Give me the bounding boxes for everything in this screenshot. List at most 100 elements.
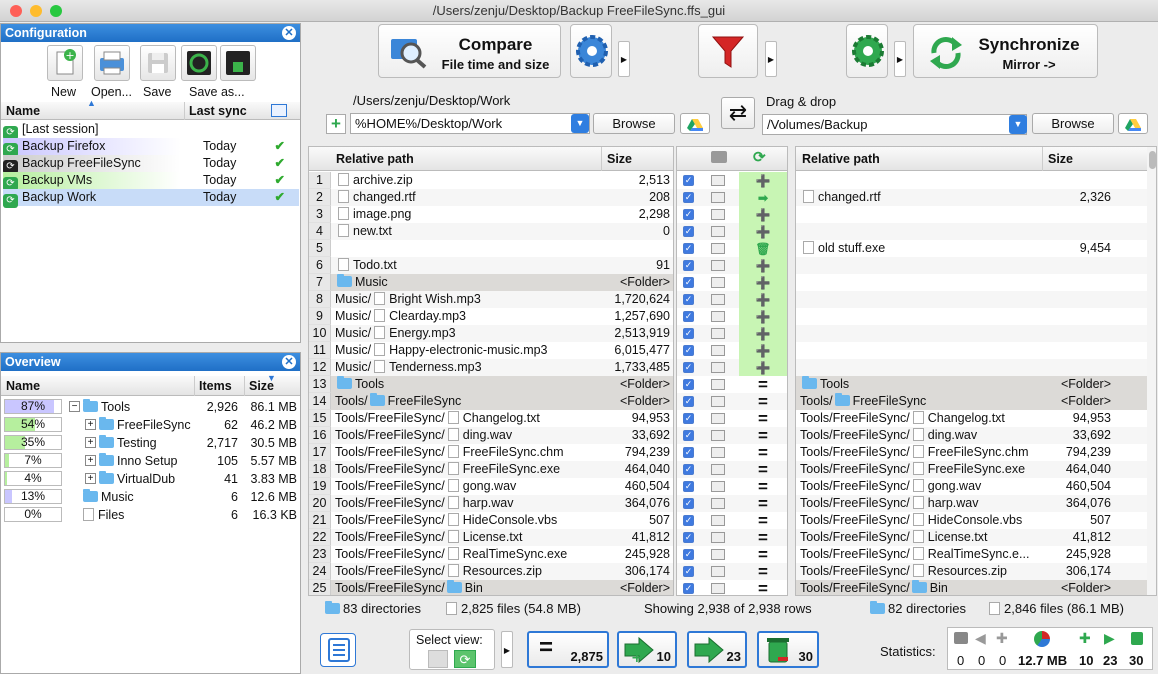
grid-row[interactable]	[796, 206, 1147, 223]
action-row[interactable]: ✓ ➕	[677, 172, 787, 189]
sync-action-cell[interactable]: =	[739, 478, 787, 495]
right-folder-input[interactable]: /Volumes/Backup	[762, 114, 1027, 135]
view-category-button[interactable]	[428, 650, 448, 668]
right-browse-button[interactable]: Browse	[1032, 113, 1114, 134]
close-overview-icon[interactable]: ✕	[282, 355, 296, 369]
grid-row[interactable]: 6 Todo.txt 91	[309, 257, 673, 274]
action-row[interactable]: ✓ ➕	[677, 325, 787, 342]
action-row[interactable]: ✓ ➕	[677, 291, 787, 308]
grid-row[interactable]: 16 Tools/FreeFileSync/ding.wav 33,692	[309, 427, 673, 444]
left-browse-button[interactable]: Browse	[593, 113, 675, 134]
expand-toggle-icon[interactable]: +	[85, 437, 96, 448]
sync-action-cell[interactable]: =	[739, 495, 787, 512]
include-checkbox[interactable]: ✓	[683, 498, 694, 509]
include-checkbox[interactable]: ✓	[683, 226, 694, 237]
left-col-size[interactable]: Size	[601, 147, 632, 171]
swap-sides-button[interactable]: ⇄	[721, 97, 755, 129]
grid-row[interactable]: 19 Tools/FreeFileSync/gong.wav 460,504	[309, 478, 673, 495]
grid-row[interactable]	[796, 223, 1147, 240]
grid-row[interactable]: changed.rtf 2,326	[796, 189, 1147, 206]
include-checkbox[interactable]: ✓	[683, 328, 694, 339]
sync-direction-icon[interactable]: ⟳	[753, 149, 766, 167]
sync-action-cell[interactable]: ➕	[739, 359, 787, 376]
sync-action-cell[interactable]: =	[739, 563, 787, 580]
show-equal-button[interactable]: = 2,875	[527, 631, 609, 668]
sync-action-cell[interactable]: =	[739, 410, 787, 427]
grid-row[interactable]: 4 new.txt 0	[309, 223, 673, 240]
sync-options-arrow[interactable]: ▶	[894, 41, 906, 77]
grid-row[interactable]: Tools/FreeFileSync/Bin <Folder>	[796, 580, 1147, 595]
show-delete-button[interactable]: 30	[757, 631, 819, 668]
sync-settings-button[interactable]	[846, 24, 888, 78]
action-row[interactable]: ✓ ➡	[677, 189, 787, 206]
include-checkbox[interactable]: ✓	[683, 532, 694, 543]
overview-row[interactable]: 13% Music 6 12.6 MB	[3, 488, 299, 506]
grid-row[interactable]: 1 archive.zip 2,513	[309, 172, 673, 189]
grid-row[interactable]: 24 Tools/FreeFileSync/Resources.zip 306,17…	[309, 563, 673, 580]
synchronize-button[interactable]: Synchronize Mirror ->	[913, 24, 1098, 78]
sync-action-cell[interactable]: 🗑	[739, 240, 787, 257]
sync-action-cell[interactable]: ➕	[739, 274, 787, 291]
action-row[interactable]: ✓ =	[677, 529, 787, 546]
view-action-button[interactable]: ⟳	[454, 650, 476, 668]
action-row[interactable]: ✓ ➕	[677, 257, 787, 274]
action-row[interactable]: ✓ ➕	[677, 274, 787, 291]
grid-row[interactable]: 8 Music/Bright Wish.mp3 1,720,624	[309, 291, 673, 308]
sync-action-cell[interactable]: ➕	[739, 206, 787, 223]
include-checkbox[interactable]: ✓	[683, 413, 694, 424]
show-create-button[interactable]: + 10	[617, 631, 677, 668]
sync-action-cell[interactable]: =	[739, 512, 787, 529]
config-col-last-sync[interactable]: Last sync	[184, 102, 247, 120]
grid-row[interactable]: 3 image.png 2,298	[309, 206, 673, 223]
include-checkbox[interactable]: ✓	[683, 277, 694, 288]
sync-action-cell[interactable]: ➡	[739, 189, 787, 206]
include-checkbox[interactable]: ✓	[683, 192, 694, 203]
sync-action-cell[interactable]: =	[739, 376, 787, 393]
config-col-name[interactable]: Name	[6, 102, 40, 120]
action-row[interactable]: ✓ ➕	[677, 308, 787, 325]
expand-toggle-icon[interactable]: +	[85, 455, 96, 466]
add-folder-pair-button[interactable]: +	[326, 114, 346, 134]
action-row[interactable]: ✓ =	[677, 478, 787, 495]
action-row[interactable]: ✓ =	[677, 495, 787, 512]
grid-row[interactable]: Tools/FreeFileSync/HideConsole.vbs 507	[796, 512, 1147, 529]
grid-row[interactable]: Tools/FreeFileSync <Folder>	[796, 393, 1147, 410]
overview-col-items[interactable]: Items	[194, 376, 232, 396]
left-folder-dropdown[interactable]: ▼	[571, 114, 589, 133]
grid-row[interactable]: Tools/FreeFileSync/FreeFileSync.exe 464,0…	[796, 461, 1147, 478]
config-item[interactable]: ⟳ Backup Work Today ✔	[3, 189, 299, 208]
grid-row[interactable]	[796, 359, 1147, 376]
include-checkbox[interactable]: ✓	[683, 345, 694, 356]
expand-toggle-icon[interactable]: +	[85, 419, 96, 430]
sync-action-cell[interactable]: =	[739, 546, 787, 563]
grid-row[interactable]	[796, 172, 1147, 189]
grid-row[interactable]: 23 Tools/FreeFileSync/RealTimeSync.exe 245…	[309, 546, 673, 563]
sync-action-cell[interactable]: ➕	[739, 172, 787, 189]
grid-row[interactable]: 11 Music/Happy-electronic-music.mp3 6,015,…	[309, 342, 673, 359]
action-row[interactable]: ✓ ➕	[677, 359, 787, 376]
config-item[interactable]: ⟳ Backup FreeFileSync Today ✔	[3, 155, 299, 174]
action-row[interactable]: ✓ =	[677, 427, 787, 444]
save-as-config-button[interactable]	[220, 45, 256, 81]
grid-row[interactable]: Tools/FreeFileSync/ding.wav 33,692	[796, 427, 1147, 444]
grid-row[interactable]: 5	[309, 240, 673, 257]
right-col-relative-path[interactable]: Relative path	[802, 147, 880, 171]
action-row[interactable]: ✓ 🗑	[677, 240, 787, 257]
left-cloud-button[interactable]	[680, 113, 710, 134]
include-checkbox[interactable]: ✓	[683, 464, 694, 475]
include-checkbox[interactable]: ✓	[683, 294, 694, 305]
action-row[interactable]: ✓ =	[677, 444, 787, 461]
left-folder-input[interactable]: %HOME%/Desktop/Work	[350, 113, 590, 134]
compare-options-arrow[interactable]: ▶	[618, 41, 630, 77]
action-row[interactable]: ✓ =	[677, 461, 787, 478]
config-item[interactable]: ⟳ Backup VMs Today ✔	[3, 172, 299, 191]
overview-row[interactable]: 0% Files 6 16.3 KB	[3, 506, 299, 524]
grid-row[interactable]: 18 Tools/FreeFileSync/FreeFileSync.exe 464…	[309, 461, 673, 478]
overview-row[interactable]: 87% − Tools 2,926 86.1 MB	[3, 398, 299, 416]
minimize-window-icon[interactable]	[30, 5, 42, 17]
include-checkbox[interactable]: ✓	[683, 481, 694, 492]
grid-row[interactable]: 2 changed.rtf 208	[309, 189, 673, 206]
include-checkbox[interactable]: ✓	[683, 430, 694, 441]
grid-row[interactable]: old stuff.exe 9,454	[796, 240, 1147, 257]
show-update-button[interactable]: 23	[687, 631, 747, 668]
